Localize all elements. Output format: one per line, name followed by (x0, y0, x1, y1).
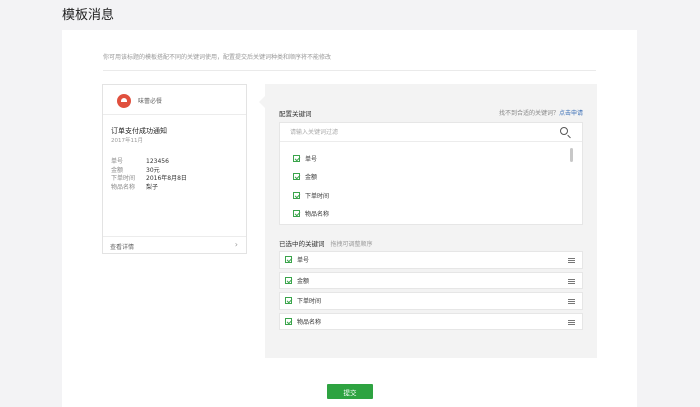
selected-keyword-item[interactable]: 下单时间 (279, 292, 583, 310)
page-description: 你可用该标题的模板搭配不同的关键词使用，配置提交后关键词种类和顺序将不能修改 (103, 54, 332, 61)
view-details-link[interactable]: 查看详情 › (103, 236, 246, 253)
account-logo-icon (117, 94, 131, 108)
message-field: 下单时间 2016年8月8日 (111, 175, 187, 184)
checkbox-checked-icon[interactable] (293, 191, 300, 199)
drag-hint: 拖拽可调整顺序 (330, 241, 373, 248)
selected-keywords-title: 已选中的关键词 (279, 240, 325, 248)
drag-handle-icon[interactable] (568, 278, 575, 284)
config-keywords-label: 配置关键词 (279, 110, 312, 118)
keyword-option[interactable]: 下单时间 (293, 186, 329, 205)
divider (103, 70, 596, 71)
search-icon[interactable] (560, 127, 568, 135)
checkbox-checked-icon[interactable] (285, 297, 292, 305)
message-field: 金额 30元 (111, 167, 187, 176)
chevron-right-icon: › (234, 240, 238, 249)
keyword-label: 金额 (305, 174, 318, 182)
checkbox-checked-icon[interactable] (293, 173, 300, 181)
selected-keyword-label: 物品名称 (297, 318, 322, 326)
checkbox-checked-icon[interactable] (293, 210, 300, 218)
field-key: 金额 (111, 166, 124, 174)
selected-keywords-list: 单号 金额 下单时间 物品名称 (279, 251, 583, 333)
message-preview-card: 味蕾必餐 订单支付成功通知 2017年11月 单号 123456 金额 30元 下单… (102, 84, 247, 254)
checkbox-checked-icon[interactable] (285, 317, 292, 325)
apply-link[interactable]: 点击申请 (559, 110, 583, 117)
keyword-label: 单号 (305, 155, 318, 163)
selected-keyword-item[interactable]: 物品名称 (279, 312, 583, 330)
keyword-config-panel: 配置关键词 找不到合适的关键词？点击申请 单号 金额 下单时间 物品名称 已选中… (259, 84, 597, 358)
message-title: 订单支付成功通知 (111, 127, 167, 135)
field-key: 物品名称 (111, 183, 136, 191)
checkbox-checked-icon[interactable] (285, 276, 292, 284)
drag-handle-icon[interactable] (568, 258, 575, 263)
field-value: 梨子 (146, 183, 159, 191)
keyword-list-box: 单号 金额 下单时间 物品名称 (279, 122, 583, 225)
field-value: 30元 (146, 166, 160, 174)
keyword-search (280, 123, 582, 142)
view-details-label: 查看详情 (110, 244, 135, 251)
selected-keyword-item[interactable]: 金额 (279, 271, 583, 289)
keyword-option[interactable]: 物品名称 (293, 205, 329, 224)
selected-keywords-label: 已选中的关键词 拖拽可调整顺序 (279, 238, 373, 248)
keyword-search-input[interactable] (290, 127, 540, 138)
field-key: 单号 (111, 158, 124, 165)
field-value: 123456 (146, 158, 169, 165)
drag-handle-icon[interactable] (568, 299, 575, 304)
selected-keyword-label: 金额 (297, 277, 310, 285)
keyword-option[interactable]: 金额 (293, 168, 329, 187)
apply-hint-text: 找不到合适的关键词？ (498, 110, 559, 117)
card-header: 味蕾必餐 (103, 85, 246, 115)
apply-hint: 找不到合适的关键词？点击申请 (499, 108, 583, 117)
field-key: 下单时间 (111, 175, 136, 182)
drag-handle-icon[interactable] (568, 319, 575, 325)
main-panel: 你可用该标题的模板搭配不同的关键词使用，配置提交后关键词种类和顺序将不能修改 味… (62, 30, 637, 407)
keyword-option[interactable]: 单号 (293, 149, 329, 168)
page-title: 模板消息 (62, 8, 115, 23)
message-date: 2017年11月 (111, 138, 143, 144)
keyword-label: 物品名称 (305, 211, 330, 219)
keyword-label: 下单时间 (305, 192, 330, 200)
message-field: 物品名称 梨子 (111, 184, 187, 193)
message-field: 单号 123456 (111, 158, 187, 167)
selected-keyword-label: 单号 (297, 257, 310, 265)
submit-button[interactable]: 提交 (327, 384, 373, 399)
account-name: 味蕾必餐 (138, 98, 163, 105)
message-fields: 单号 123456 金额 30元 下单时间 2016年8月8日 物品名称 梨子 (111, 158, 187, 192)
field-value: 2016年8月8日 (146, 175, 187, 182)
keyword-options: 单号 金额 下单时间 物品名称 (293, 149, 329, 223)
checkbox-checked-icon[interactable] (285, 256, 292, 264)
checkbox-checked-icon[interactable] (293, 154, 300, 162)
selected-keyword-item[interactable]: 单号 (279, 251, 583, 269)
keyword-list-scrollbar[interactable] (570, 148, 573, 162)
selected-keyword-label: 下单时间 (297, 298, 322, 306)
